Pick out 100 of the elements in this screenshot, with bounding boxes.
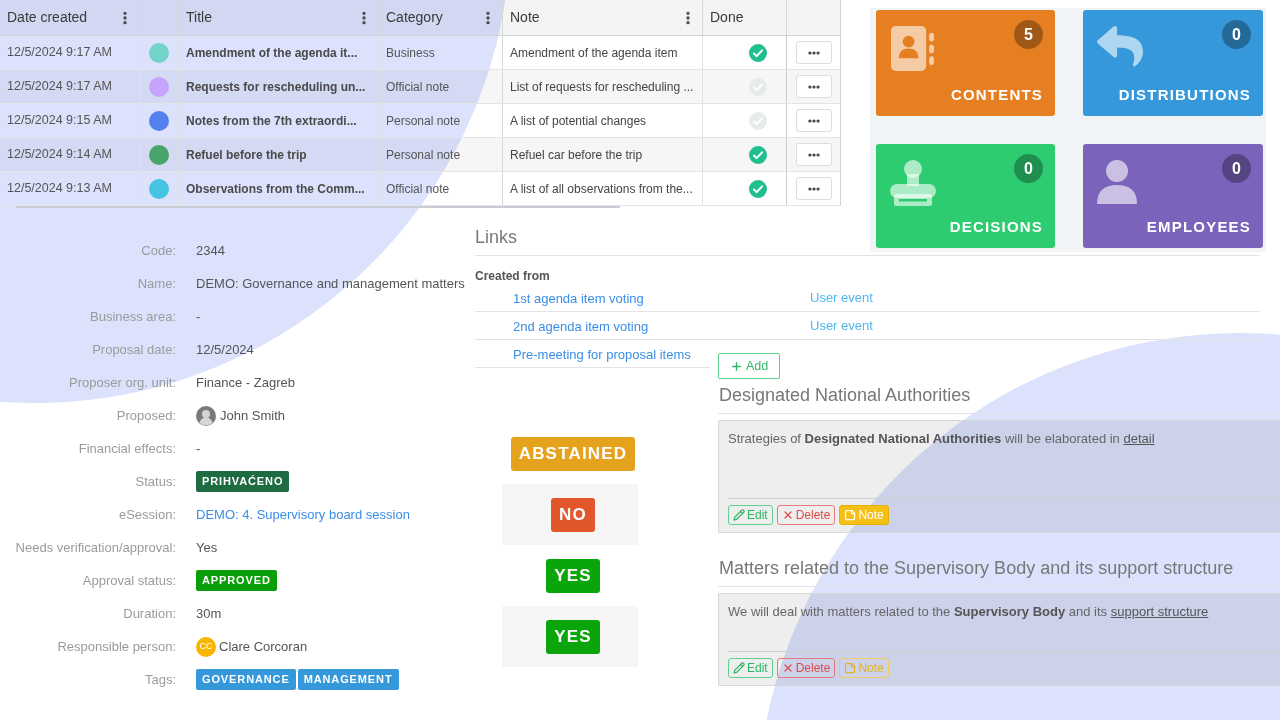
field-label: Duration: bbox=[123, 604, 176, 623]
column-title: Category bbox=[386, 8, 443, 27]
title-cell-text: Notes from the 7th extraordi... bbox=[186, 112, 357, 130]
initials-avatar: CC bbox=[196, 636, 216, 657]
dashboard-tile[interactable]: 0 DECISIONS bbox=[876, 144, 1055, 248]
links-heading: Links bbox=[475, 227, 518, 247]
dashboard-tile[interactable]: 5 CONTENTS bbox=[876, 10, 1055, 116]
delete-button[interactable]: Delete bbox=[776, 658, 836, 678]
field-label: Proposal date: bbox=[92, 340, 176, 359]
field-label: Proposed: bbox=[116, 406, 176, 425]
tile-label: DISTRIBUTIONS bbox=[1118, 86, 1251, 104]
address-book-icon bbox=[890, 26, 935, 71]
field-label: Name: bbox=[137, 274, 176, 293]
section-heading: Matters related to the Supervisory Body and its support structure bbox=[719, 558, 1234, 578]
session-link[interactable]: DEMO: 4. Supervisory board session bbox=[196, 504, 410, 525]
more-button[interactable] bbox=[796, 41, 832, 64]
field-label: Approval status: bbox=[82, 571, 176, 590]
note-cell-text: Amendment of the agenda item bbox=[510, 44, 678, 62]
user-icon bbox=[1097, 160, 1137, 204]
header-cell[interactable]: Note bbox=[503, 0, 703, 35]
title-cell-text: Amendment of the agenda it... bbox=[186, 44, 358, 62]
header-cell[interactable]: Done bbox=[703, 0, 787, 35]
vote-badge: YES bbox=[546, 619, 600, 654]
person-name: John Smith bbox=[220, 406, 286, 425]
field-label: Proposer org. unit: bbox=[69, 373, 176, 392]
tile-label: EMPLOYEES bbox=[1146, 218, 1251, 236]
stamp-icon bbox=[890, 160, 936, 206]
more-button[interactable] bbox=[796, 177, 832, 200]
link-type-link[interactable]: User event bbox=[810, 315, 873, 336]
category-cell-text: Personal note bbox=[386, 146, 461, 164]
linked-item-link[interactable]: Pre-meeting for proposal items bbox=[513, 346, 691, 362]
status-badge: APPROVED bbox=[196, 570, 277, 591]
vote-badge: YES bbox=[546, 558, 600, 593]
date-cell-text: 12/5/2024 9:14 AM bbox=[7, 146, 112, 164]
field-value: 2344 bbox=[196, 241, 225, 260]
detail-link[interactable]: support structure bbox=[1110, 604, 1209, 619]
link-type-link[interactable]: User event bbox=[810, 287, 873, 308]
tile-label: DECISIONS bbox=[949, 218, 1043, 236]
field-value: 12/5/2024 bbox=[196, 340, 254, 359]
note-cell-text: A list of all observations from the... bbox=[510, 180, 693, 198]
tile-label: CONTENTS bbox=[950, 86, 1043, 104]
count-badge: 0 bbox=[1222, 20, 1251, 49]
field-value: Finance - Zagreb bbox=[196, 373, 295, 392]
column-title: Done bbox=[710, 8, 744, 27]
vote-badge: ABSTAINED bbox=[510, 436, 636, 471]
field-value: - bbox=[196, 439, 201, 458]
count-badge: 0 bbox=[1222, 154, 1251, 183]
date-cell-text: 12/5/2024 9:15 AM bbox=[7, 112, 112, 130]
title-cell-text: Refuel before the trip bbox=[186, 146, 307, 164]
title-cell-text: Requests for rescheduling un... bbox=[186, 78, 366, 96]
add-button[interactable]: Add bbox=[718, 353, 781, 379]
column-title: Title bbox=[186, 8, 212, 27]
linked-item-link[interactable]: 2nd agenda item voting bbox=[513, 318, 649, 334]
detail-link[interactable]: detail bbox=[1123, 431, 1155, 446]
more-button[interactable] bbox=[796, 143, 832, 166]
vote-badge: NO bbox=[551, 497, 595, 532]
note-cell-text: A list of potential changes bbox=[510, 112, 647, 130]
edit-button[interactable]: Edit bbox=[728, 658, 773, 678]
tag-badge[interactable]: MANAGEMENT bbox=[297, 669, 399, 690]
pencil-icon bbox=[733, 509, 745, 521]
field-value: Yes bbox=[196, 538, 218, 557]
field-value: DEMO: Governance and management matters bbox=[196, 274, 465, 293]
field-value: - bbox=[196, 307, 201, 326]
more-button[interactable] bbox=[796, 75, 832, 98]
plus-icon bbox=[730, 359, 743, 373]
sticky-note-icon bbox=[844, 509, 857, 521]
title-cell-text: Observations from the Comm... bbox=[186, 180, 365, 198]
note-cell-text: Refuel car before the trip bbox=[510, 146, 643, 164]
category-cell-text: Official note bbox=[386, 180, 450, 198]
date-cell-text: 12/5/2024 9:17 AM bbox=[7, 78, 112, 96]
field-label: eSession: bbox=[118, 505, 176, 524]
count-badge: 5 bbox=[1014, 20, 1043, 49]
person-name: Clare Corcoran bbox=[219, 637, 308, 656]
pencil-icon bbox=[733, 662, 745, 674]
field-label: Code: bbox=[141, 241, 176, 260]
reply-arrow-icon bbox=[1097, 26, 1143, 69]
field-label: Needs verification/approval: bbox=[15, 538, 176, 557]
delete-button[interactable]: Delete bbox=[776, 505, 836, 525]
field-label: Business area: bbox=[90, 307, 176, 326]
field-label: Tags: bbox=[144, 670, 176, 689]
category-cell-text: Business bbox=[386, 44, 435, 62]
more-button[interactable] bbox=[796, 109, 832, 132]
dashboard-tile[interactable]: 0 EMPLOYEES bbox=[1083, 144, 1263, 248]
avatar-icon bbox=[196, 405, 216, 426]
header-cell[interactable]: Title bbox=[179, 0, 379, 35]
dashboard-tile[interactable]: 0 DISTRIBUTIONS bbox=[1083, 10, 1263, 116]
linked-item-link[interactable]: 1st agenda item voting bbox=[513, 290, 644, 306]
note-cell-text: List of requests for rescheduling ... bbox=[510, 78, 694, 96]
note-text: We will deal with matters related to the Supervisory Body and its support structure bbox=[728, 604, 1210, 620]
field-label: Financial effects: bbox=[78, 439, 176, 458]
category-cell-text: Official note bbox=[386, 78, 450, 96]
field-label: Status: bbox=[135, 472, 176, 491]
header-cell[interactable]: Category bbox=[379, 0, 503, 35]
note-text: Strategies of Designated National Authorities will be elaborated in detail bbox=[728, 431, 1156, 447]
header-cell[interactable]: Date created bbox=[0, 0, 140, 35]
column-title: Note bbox=[510, 8, 540, 27]
date-cell-text: 12/5/2024 9:13 AM bbox=[7, 180, 112, 198]
sticky-note-icon bbox=[844, 662, 857, 674]
tag-badge[interactable]: GOVERNANCE bbox=[196, 669, 296, 690]
edit-button[interactable]: Edit bbox=[728, 505, 773, 525]
